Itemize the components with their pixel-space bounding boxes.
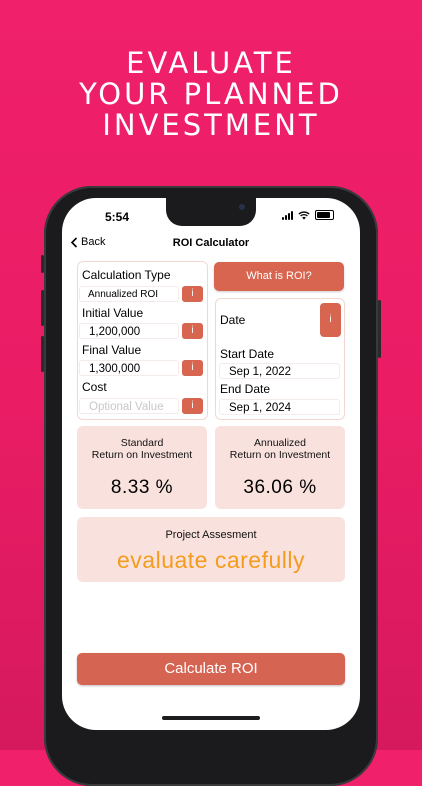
start-date-label: Start Date xyxy=(220,347,275,361)
promo-line-3: INVESTMENT xyxy=(102,108,320,142)
assessment-title: Project Assesment xyxy=(165,529,257,541)
promo-headline: EVALUATE YOUR PLANNED INVESTMENT xyxy=(0,48,422,141)
annualized-roi-value: 36.06 % xyxy=(243,477,317,498)
date-label: Date xyxy=(220,313,246,327)
notch xyxy=(166,198,256,226)
calculate-roi-button[interactable]: Calculate ROI xyxy=(77,653,345,685)
standard-roi-value: 8.33 % xyxy=(110,477,174,498)
calculate-roi-label: Calculate ROI xyxy=(164,660,258,677)
calc-type-label: Calculation Type xyxy=(82,268,171,282)
power-button xyxy=(378,300,381,358)
mute-switch xyxy=(41,255,44,273)
date-panel: Date i Start Date Sep 1, 2022 End Date S… xyxy=(215,298,345,420)
cost-label: Cost xyxy=(82,380,107,394)
end-date-label: End Date xyxy=(220,382,271,396)
battery-icon xyxy=(315,210,334,220)
calc-type-select[interactable]: Annualized ROI xyxy=(79,286,179,302)
status-icons xyxy=(282,210,334,220)
what-is-roi-button[interactable]: What is ROI? xyxy=(214,262,344,291)
volume-down-button xyxy=(41,336,44,372)
assessment-value: evaluate carefully xyxy=(117,547,305,573)
volume-up-button xyxy=(41,290,44,326)
project-assessment-card: Project Assesment evaluate carefully xyxy=(77,517,345,582)
final-value-label: Final Value xyxy=(82,343,142,357)
initial-value-info-button[interactable]: i xyxy=(182,323,203,339)
what-is-roi-label: What is ROI? xyxy=(246,270,312,282)
page-title: ROI Calculator xyxy=(172,237,250,249)
final-value-info-button[interactable]: i xyxy=(182,360,203,376)
final-value-input[interactable]: 1,300,000 xyxy=(79,360,179,376)
initial-value-input[interactable]: 1,200,000 xyxy=(79,323,179,339)
camera xyxy=(239,204,245,210)
date-info-button[interactable]: i xyxy=(320,303,341,337)
promo-line-1: EVALUATE xyxy=(126,46,296,80)
cost-info-button[interactable]: i xyxy=(182,398,203,414)
start-date-picker[interactable]: Sep 1, 2022 xyxy=(219,363,340,379)
signal-icon xyxy=(282,210,293,220)
standard-roi-card: Standard Return on Investment 8.33 % xyxy=(77,426,207,509)
end-date-picker[interactable]: Sep 1, 2024 xyxy=(219,399,340,415)
wifi-icon xyxy=(298,210,310,219)
nav-bar: Back ROI Calculator xyxy=(62,234,360,254)
annualized-roi-title: Annualized xyxy=(254,437,306,449)
inputs-panel: Calculation Type Annualized ROI i Initia… xyxy=(77,261,208,420)
phone-screen: 5:54 Back ROI Calculator Calculation Typ… xyxy=(62,198,360,730)
annualized-roi-subtitle: Return on Investment xyxy=(229,449,331,461)
standard-roi-subtitle: Return on Investment xyxy=(91,449,193,461)
home-indicator xyxy=(162,716,260,720)
initial-value-label: Initial Value xyxy=(82,306,144,320)
status-time: 5:54 xyxy=(105,210,130,224)
annualized-roi-card: Annualized Return on Investment 36.06 % xyxy=(215,426,345,509)
calc-type-info-button[interactable]: i xyxy=(182,286,203,302)
promo-line-2: YOUR PLANNED xyxy=(79,77,343,111)
cost-input[interactable]: Optional Value xyxy=(79,398,179,414)
standard-roi-title: Standard xyxy=(120,437,164,449)
